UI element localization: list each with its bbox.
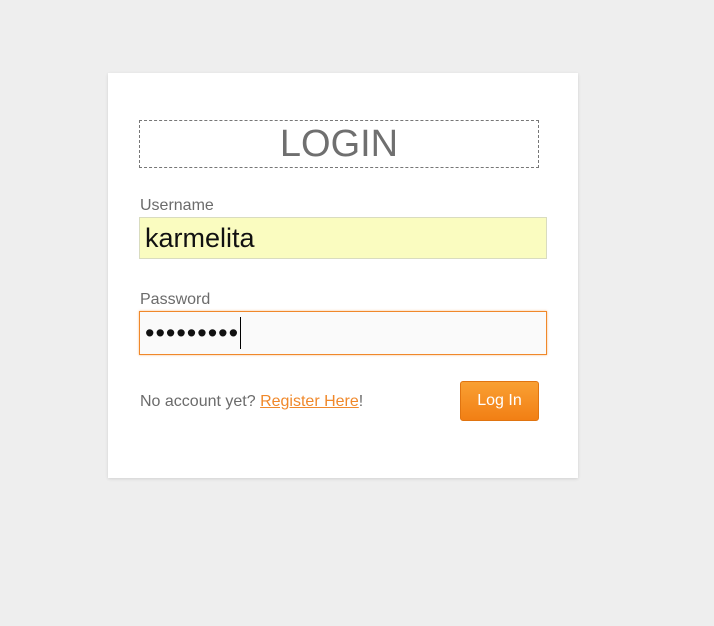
login-button[interactable]: Log In (460, 381, 539, 421)
register-prompt-suffix: ! (358, 393, 364, 410)
username-label: Username (140, 197, 214, 214)
register-prompt-text: No account yet? (140, 393, 261, 410)
password-label: Password (140, 291, 211, 308)
login-title: LOGIN (139, 120, 539, 168)
password-input[interactable]: ••••••••• (139, 311, 547, 355)
text-caret (240, 316, 242, 349)
username-value: karmelita (145, 223, 255, 253)
username-input[interactable]: karmelita (139, 217, 547, 259)
password-value: ••••••••• (145, 318, 240, 348)
register-prompt: No account yet? Register Here! (140, 393, 363, 411)
register-link[interactable]: Register Here (260, 393, 359, 410)
login-card: LOGIN Username karmelita Password ••••••… (108, 73, 578, 478)
